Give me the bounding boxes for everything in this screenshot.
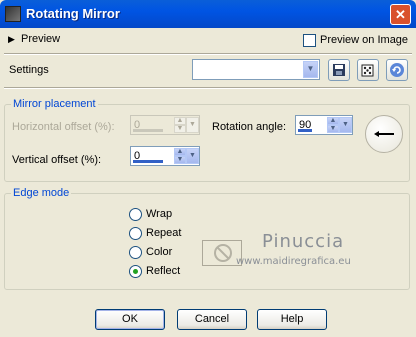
reset-icon: [390, 63, 404, 77]
radio-color-label[interactable]: Color: [146, 246, 172, 258]
radio-color[interactable]: [129, 246, 142, 259]
no-color-icon: [214, 244, 232, 262]
reset-button[interactable]: [386, 59, 408, 81]
rotation-angle-bar: [298, 129, 312, 132]
watermark-site: www.maidiregrafica.eu: [236, 256, 351, 267]
help-button[interactable]: Help: [257, 309, 327, 330]
radio-repeat[interactable]: [129, 227, 142, 240]
radio-wrap[interactable]: [129, 208, 142, 221]
save-icon: [333, 64, 345, 76]
mirror-placement-title: Mirror placement: [11, 98, 98, 110]
radio-wrap-label[interactable]: Wrap: [146, 208, 172, 220]
save-preset-button[interactable]: [328, 59, 350, 81]
rotation-angle-stepper[interactable]: ▲ ▼: [327, 117, 339, 133]
vertical-offset-input[interactable]: 0 ▲ ▼ ▼: [130, 146, 200, 166]
close-icon: ✕: [395, 7, 406, 22]
vertical-offset-stepper[interactable]: ▲ ▼: [174, 148, 186, 164]
divider: [4, 53, 412, 55]
preview-toggle[interactable]: ▶ Preview: [8, 33, 88, 47]
horizontal-offset-stepper[interactable]: ▲ ▼: [174, 117, 186, 133]
preview-on-image-label[interactable]: Preview on Image: [320, 34, 408, 46]
edge-mode-title: Edge mode: [11, 187, 72, 199]
horizontal-offset-bar: [133, 129, 163, 132]
radio-reflect-label[interactable]: Reflect: [146, 265, 180, 277]
cancel-button[interactable]: Cancel: [177, 309, 247, 330]
divider: [4, 87, 412, 89]
rotation-angle-label: Rotation angle:: [212, 121, 286, 133]
chevron-down-icon[interactable]: ▼: [303, 61, 318, 78]
horizontal-offset-label: Horizontal offset (%):: [12, 121, 115, 133]
window-title: Rotating Mirror: [26, 6, 120, 21]
ok-button[interactable]: OK: [95, 309, 165, 330]
radio-repeat-label[interactable]: Repeat: [146, 227, 181, 239]
chevron-down-icon[interactable]: ▼: [339, 117, 352, 133]
title-bar[interactable]: Rotating Mirror ✕: [0, 0, 416, 28]
app-icon: [5, 6, 21, 22]
dice-icon: [361, 64, 374, 77]
preset-select[interactable]: ▼: [192, 59, 320, 80]
triangle-right-icon: ▶: [8, 34, 15, 44]
watermark-name: Pinuccia: [262, 231, 345, 252]
angle-arrow-icon: [374, 131, 394, 137]
vertical-offset-label: Vertical offset (%):: [12, 154, 102, 166]
close-button[interactable]: ✕: [390, 4, 411, 25]
rotation-dial[interactable]: [365, 115, 403, 153]
chevron-down-icon[interactable]: ▼: [186, 117, 199, 133]
randomize-button[interactable]: [357, 59, 379, 81]
chevron-down-icon[interactable]: ▼: [186, 148, 199, 164]
rotation-angle-input[interactable]: 90 ▲ ▼ ▼: [295, 115, 353, 135]
settings-label: Settings: [9, 64, 49, 76]
vertical-offset-bar: [133, 160, 163, 163]
radio-reflect[interactable]: [129, 265, 142, 278]
horizontal-offset-input[interactable]: 0 ▲ ▼ ▼: [130, 115, 200, 135]
preview-on-image-checkbox[interactable]: [303, 34, 316, 47]
preview-label: Preview: [21, 33, 61, 45]
